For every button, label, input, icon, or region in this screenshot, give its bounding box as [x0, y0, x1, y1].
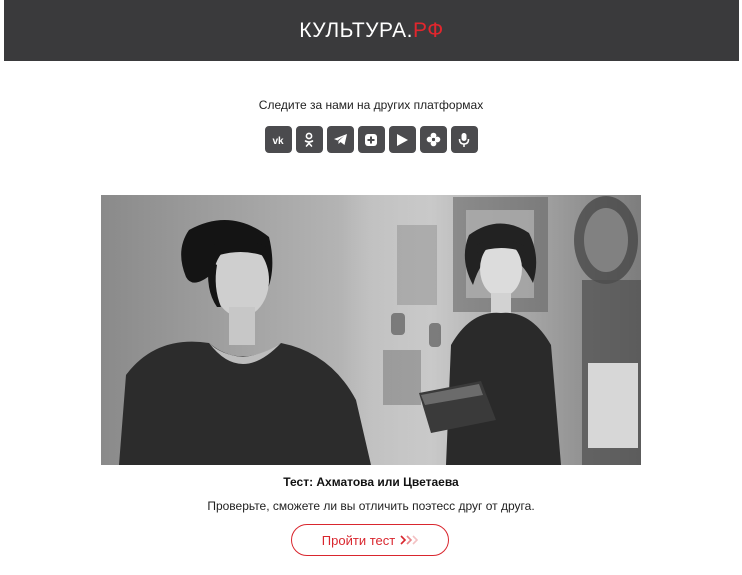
- take-quiz-button[interactable]: Пройти тест: [291, 524, 449, 556]
- podcast-icon[interactable]: [450, 126, 478, 153]
- logo-accent-text: РФ: [412, 18, 444, 42]
- follow-us-text: Следите за нами на других платформах: [258, 98, 484, 112]
- rutube-icon[interactable]: [357, 126, 385, 153]
- svg-text:vk: vk: [272, 136, 284, 145]
- chevrons-right-icon: [400, 535, 419, 545]
- article-description: Проверьте, сможете ли вы отличить поэтес…: [207, 499, 535, 513]
- article-title: Тест: Ахматова или Цветаева: [283, 475, 459, 489]
- site-header: КУЛЬТУРА.РФ: [4, 0, 739, 61]
- article-image[interactable]: [101, 195, 641, 465]
- odnoklassniki-icon[interactable]: [295, 126, 323, 153]
- vk-video-icon[interactable]: [388, 126, 416, 153]
- vk-icon[interactable]: vk: [264, 126, 292, 153]
- social-links: vk: [0, 126, 742, 153]
- take-quiz-label: Пройти тест: [321, 532, 396, 548]
- logo-main-text: КУЛЬТУРА.: [299, 18, 413, 42]
- site-logo[interactable]: КУЛЬТУРА.РФ: [299, 19, 443, 43]
- telegram-icon[interactable]: [326, 126, 354, 153]
- dzen-icon[interactable]: [419, 126, 447, 153]
